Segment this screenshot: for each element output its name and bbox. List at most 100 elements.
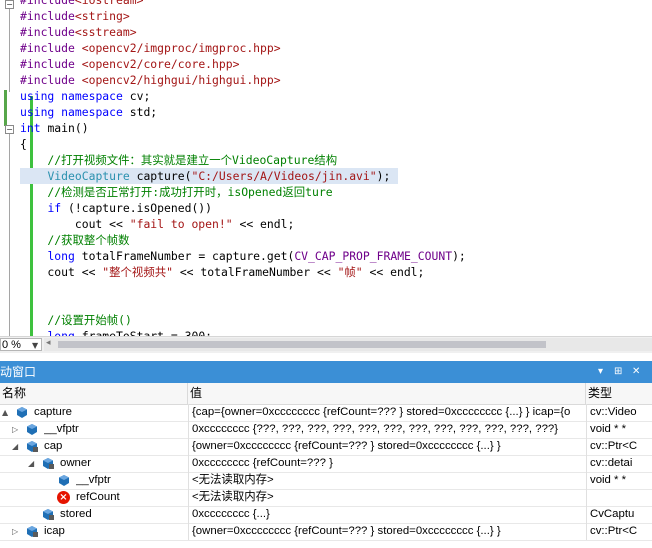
code-line[interactable]: cout << "整个视频共" << totalFrameNumber << "… [20,264,424,280]
code-line[interactable]: using namespace cv; [20,88,150,104]
variable-name: capture [34,406,72,418]
column-divider [188,472,189,489]
variable-type: void * * [590,423,627,435]
autos-grid[interactable]: 名称 值 类型 ▲ capture {cap={owner=0xcccccccc {… [0,383,652,548]
variable-name: owner [60,457,92,469]
table-row[interactable]: × refCount <无法读取内存> [0,489,652,507]
change-indicator [4,90,7,126]
variable-type [590,489,652,506]
code-line[interactable]: #include<iostream> [20,0,143,8]
variable-value[interactable]: {owner=0xcccccccc {refCount=??? } stored… [192,438,584,455]
struct-icon [17,407,27,418]
code-token: //设置开始帧() [20,313,132,327]
column-divider [586,404,587,421]
table-row[interactable]: ◢ cap {owner=0xcccccccc {refCount=??? } st… [0,438,652,456]
code-token: "fail to open!" [129,217,233,231]
outline-line [9,0,10,92]
code-line[interactable]: //设置开始帧() [20,312,132,328]
code-line[interactable]: long frameToStart = 300; [20,328,212,336]
horizontal-scrollbar[interactable]: ◂ [44,338,652,351]
code-line[interactable]: cout << "fail to open!" << endl; [20,216,294,232]
code-line[interactable]: { [20,136,27,152]
column-divider [586,472,587,489]
code-token: std; [129,105,158,119]
struct-icon [27,424,37,435]
variable-type: CvCaptu [590,508,635,520]
collapse-arrow-icon[interactable]: ◢ [12,438,18,455]
close-icon[interactable]: ✕ [632,361,640,383]
code-line[interactable]: using namespace std; [20,104,157,120]
variable-value[interactable]: {cap={owner=0xcccccccc {refCount=??? } s… [192,404,584,421]
chevron-down-icon: ▼ [32,341,39,350]
code-token: VideoCapture [47,169,130,183]
window-menu-icon[interactable]: ▾ [598,361,603,383]
table-row[interactable]: ▷ __vfptr 0xcccccccc {???, ???, ???, ???, … [0,421,652,439]
code-line[interactable]: if (!capture.isOpened()) [20,200,212,216]
variable-value[interactable]: {owner=0xcccccccc {refCount=??? } stored… [192,523,584,540]
column-header-name[interactable]: 名称 [0,383,188,404]
code-line[interactable]: long totalFrameNumber = capture.get(CV_C… [20,248,466,264]
variable-value[interactable]: 0xcccccccc {???, ???, ???, ???, ???, ???… [192,421,584,438]
autos-window-title-bar: 动窗口 ▾ ⊞ ✕ [0,361,652,383]
collapse-arrow-icon[interactable]: ◢ [28,455,34,472]
column-divider [188,404,189,421]
code-line[interactable]: #include <opencv2/core/core.hpp> [20,56,239,72]
collapse-arrow-icon[interactable]: ▲ [2,404,8,421]
variable-type: cv::Ptr<C [590,525,638,537]
variable-value[interactable]: 0xcccccccc {...} [192,506,584,523]
code-token: int [20,121,48,135]
zoom-dropdown[interactable]: 0 % ▼ [0,338,42,351]
error-icon: × [57,491,70,504]
code-line[interactable]: #include <opencv2/highgui/highgui.hpp> [20,72,281,88]
variable-name: stored [60,508,92,520]
code-token: if [47,201,62,215]
column-divider [188,489,189,506]
column-divider [188,421,189,438]
expand-arrow-icon[interactable]: ▷ [12,523,18,540]
code-line[interactable]: #include <opencv2/imgproc/imgproc.hpp> [20,40,281,56]
window-title: 动窗口 [0,365,37,379]
code-line[interactable]: VideoCapture capture("C:/Users/A/Videos/… [20,168,398,184]
table-row[interactable]: ◢ owner 0xcccccccc {refCount=??? } cv::deta… [0,455,652,473]
code-token: #include [20,73,82,87]
code-token: <opencv2/core/core.hpp> [81,57,240,71]
code-line[interactable]: #include<string> [20,8,130,24]
code-line[interactable]: //打开视频文件：其实就是建立一个VideoCapture结构 [20,152,337,168]
column-divider [188,506,189,523]
table-row[interactable]: stored 0xcccccccc {...} CvCaptu [0,506,652,524]
column-divider [586,455,587,472]
code-line[interactable]: //获取整个帧数 [20,232,130,248]
scrollbar-thumb[interactable] [58,341,546,348]
table-row[interactable]: __vfptr <无法读取内存> void * * [0,472,652,490]
code-line[interactable]: //检测是否正常打开:成功打开时，isOpened返回ture [20,184,332,200]
variable-name: __vfptr [76,474,111,486]
collapse-icon[interactable]: − [5,125,14,134]
variable-value[interactable]: 0xcccccccc {refCount=??? } [192,455,584,472]
scroll-left-icon[interactable]: ◂ [46,338,51,348]
code-token: ); [452,249,466,263]
variable-name: refCount [76,491,120,503]
code-token: "C:/Users/A/Videos/jin.avi" [191,169,377,183]
expand-arrow-icon[interactable]: ▷ [12,421,18,438]
code-token: #include [20,25,75,39]
collapse-icon[interactable]: − [5,0,14,9]
table-row[interactable]: ▲ capture {cap={owner=0xcccccccc {refCount… [0,404,652,422]
variable-type: cv::Video [590,406,637,418]
variable-value[interactable]: <无法读取内存> [192,489,584,506]
column-divider [586,421,587,438]
table-row[interactable]: ▷ icap {owner=0xcccccccc {refCount=??? } s… [0,523,652,541]
column-header-type[interactable]: 类型 [586,383,652,404]
code-token: cout << [20,217,130,231]
outline-line [9,134,10,336]
code-token: <opencv2/imgproc/imgproc.hpp> [81,41,281,55]
code-token: using [20,89,62,103]
code-editor[interactable]: − − #include<iostream> #include<string> #i… [0,0,652,336]
code-token: long [47,249,75,263]
auto-hide-icon[interactable]: ⊞ [614,361,622,383]
variable-value[interactable]: <无法读取内存> [192,472,584,489]
code-line[interactable]: #include<sstream> [20,24,137,40]
column-header-value[interactable]: 值 [188,383,586,404]
code-token: //获取整个帧数 [20,233,130,247]
code-line[interactable]: int main() [20,120,89,136]
